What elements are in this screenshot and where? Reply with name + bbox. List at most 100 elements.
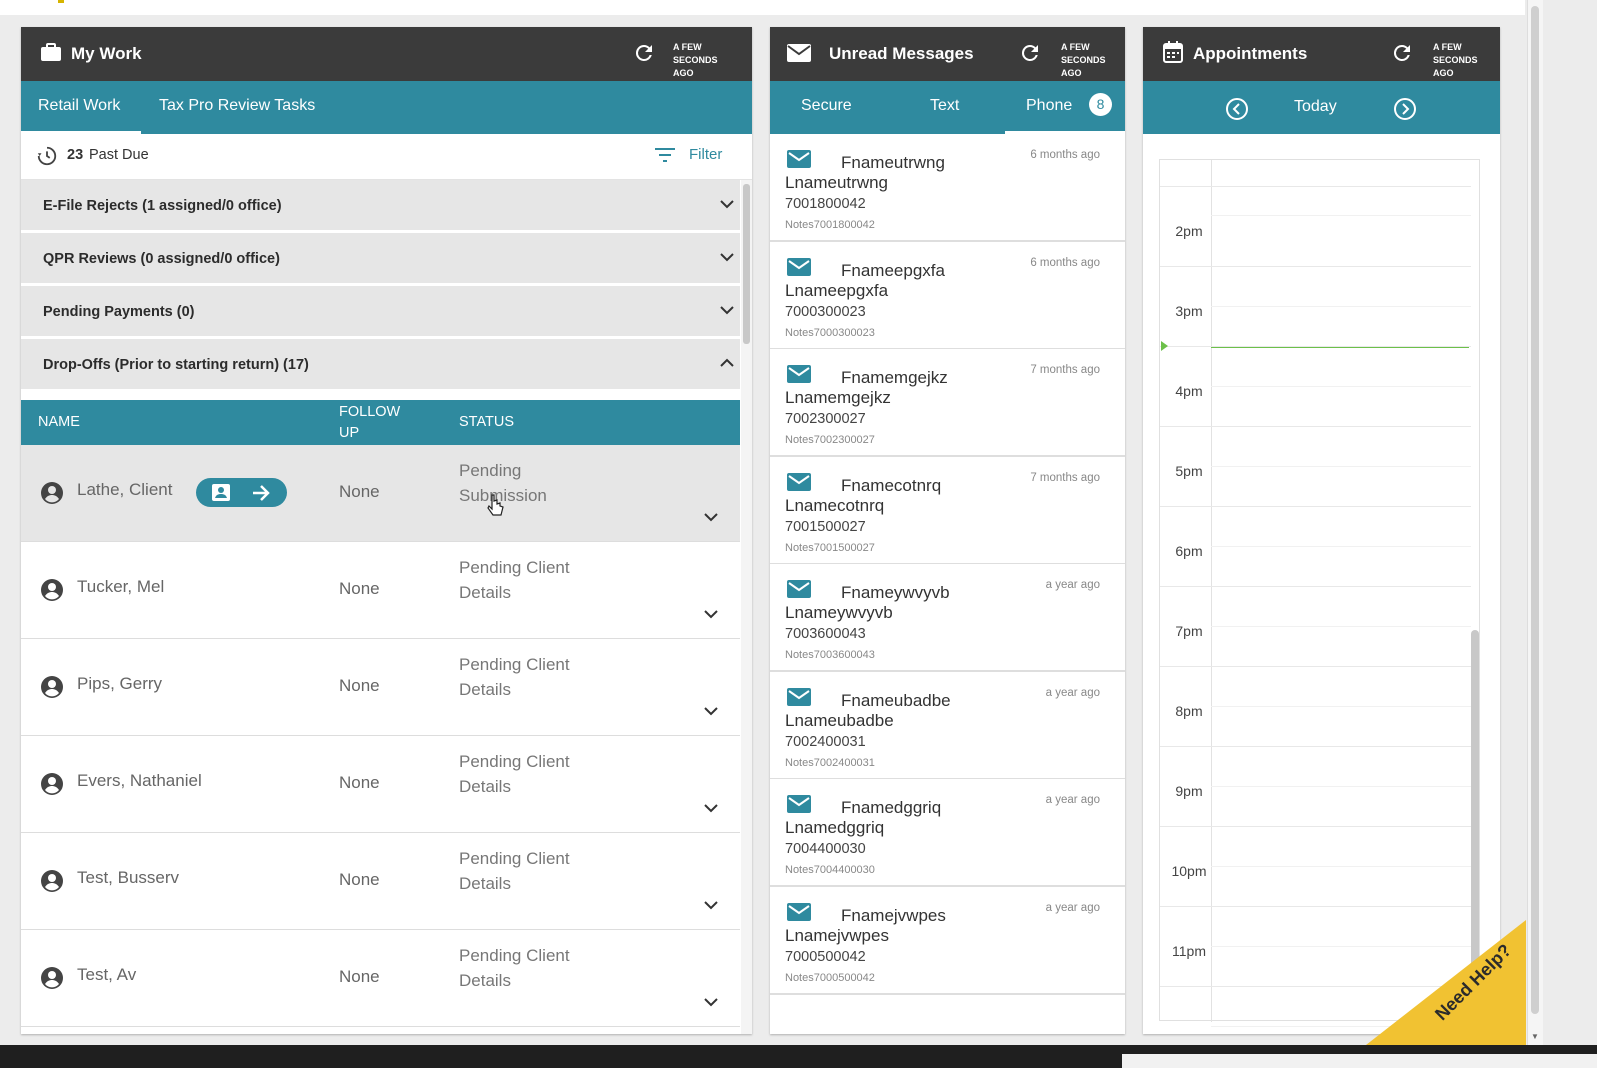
hour-line	[1160, 586, 1471, 587]
section-title: E-File Rejects (1 assigned/0 office)	[43, 198, 282, 214]
client-name[interactable]: Test, Av	[77, 965, 136, 985]
message-item[interactable]: Fnamemgejkz Lnamemgejkz 7002300027 Notes700…	[770, 349, 1125, 457]
section-title: Pending Payments (0)	[43, 304, 195, 320]
chevron-down-icon[interactable]	[704, 803, 718, 813]
page-scrollbar[interactable]: ▼	[1527, 0, 1543, 1045]
day-calendar[interactable]: 2pm 3pm 4pm 5pm 6pm 7pm 8pm 9pm 10pm 11pm	[1159, 159, 1480, 1027]
message-item[interactable]: Fnamedggriq Lnamedggriq 7004400030 Notes700…	[770, 779, 1125, 887]
chevron-down-icon[interactable]	[704, 997, 718, 1007]
tab-phone[interactable]: Phone	[1026, 97, 1072, 115]
hour-label: 2pm	[1175, 223, 1203, 239]
message-first-name: Fnamejvwpes	[841, 905, 946, 925]
message-item[interactable]: Fnamejvwpes Lnamejvwpes 7000500042 Notes700…	[770, 886, 1125, 995]
message-item[interactable]: Fnameepgxfa Lnameepgxfa 7000300023 Notes700…	[770, 241, 1125, 350]
chevron-down-icon[interactable]	[704, 609, 718, 619]
follow-up-value: None	[339, 967, 380, 986]
half-hour-line	[1211, 466, 1471, 467]
table-row[interactable]: Test, Av None Pending Client Details	[21, 930, 740, 1027]
message-item[interactable]: Fnameutrwng Lnameutrwng 7001800042 Notes700…	[770, 134, 1125, 242]
envelope-icon	[787, 795, 811, 813]
message-first-name: Fnameepgxfa	[841, 260, 945, 280]
arrow-right-icon[interactable]	[251, 484, 271, 502]
my-work-scrollbar[interactable]	[741, 180, 752, 1034]
section-efile-rejects[interactable]: E-File Rejects (1 assigned/0 office)	[21, 180, 740, 232]
table-row[interactable]: Test, Busserv None Pending Client Details	[21, 833, 740, 930]
message-time: 6 months ago	[1030, 149, 1100, 161]
section-drop-offs[interactable]: Drop-Offs (Prior to starting return) (17…	[21, 339, 740, 391]
page-scrollbar-thumb[interactable]	[1531, 6, 1539, 1014]
contact-card-icon[interactable]	[211, 483, 231, 502]
message-first-name: Fnamemgejkz	[841, 368, 948, 387]
person-icon	[41, 579, 63, 601]
phone-count-badge: 8	[1089, 93, 1112, 116]
message-item[interactable]: Fnamecotnrq Lnamecotnrq 7001500027 Notes700…	[770, 456, 1125, 565]
tab-text[interactable]: Text	[930, 97, 959, 115]
previous-day-icon[interactable]	[1225, 97, 1249, 121]
refresh-icon[interactable]	[1018, 41, 1042, 65]
person-icon	[41, 676, 63, 698]
top-bar	[0, 0, 1525, 15]
client-name[interactable]: Lathe, Client	[77, 480, 172, 500]
refresh-timestamp: A FEW SECONDS AGO	[673, 42, 718, 78]
tab-retail-work[interactable]: Retail Work	[38, 97, 120, 115]
table-row[interactable]: Lathe, Client None Pending Submission	[21, 445, 740, 542]
half-hour-line	[1211, 866, 1471, 867]
follow-up-value: None	[339, 773, 380, 792]
table-row[interactable]: Tucker, Mel None Pending Client Details	[21, 542, 740, 639]
status-value: Pending Client Details	[459, 946, 570, 990]
need-help-button[interactable]: Need Help?	[1366, 920, 1526, 1045]
chevron-up-icon	[720, 358, 734, 367]
hour-line	[1160, 506, 1471, 507]
unread-messages-panel: Unread Messages A FEW SECONDS AGO Secure T…	[770, 27, 1125, 1034]
hour-label: 11pm	[1172, 943, 1206, 959]
section-pending-payments[interactable]: Pending Payments (0)	[21, 286, 740, 338]
chevron-down-icon[interactable]	[704, 900, 718, 910]
my-work-tabs: Retail Work Tax Pro Review Tasks	[21, 81, 752, 134]
client-name[interactable]: Test, Busserv	[77, 868, 179, 888]
message-notes: Notes7001800042	[785, 219, 875, 231]
refresh-icon[interactable]	[632, 41, 656, 65]
message-time: a year ago	[1045, 901, 1100, 914]
chevron-down-icon[interactable]	[704, 706, 718, 716]
column-header-status[interactable]: STATUS	[459, 414, 514, 430]
bottom-bar	[0, 1045, 1597, 1068]
tab-secure[interactable]: Secure	[801, 97, 852, 115]
today-button[interactable]: Today	[1294, 98, 1337, 116]
message-item[interactable]: Fnameubadbe Lnameubadbe 7002400031 Notes700…	[770, 671, 1125, 780]
half-hour-line	[1211, 215, 1471, 216]
envelope-icon	[787, 580, 811, 598]
table-row[interactable]: Evers, Nathaniel None Pending Client Deta…	[21, 736, 740, 833]
message-time: 6 months ago	[1030, 256, 1100, 269]
hour-line	[1160, 826, 1471, 827]
table-row[interactable]: Pips, Gerry None Pending Client Details	[21, 639, 740, 736]
envelope-icon	[787, 472, 811, 491]
client-name[interactable]: Tucker, Mel	[77, 577, 164, 597]
section-qpr-reviews[interactable]: QPR Reviews (0 assigned/0 office)	[21, 233, 740, 285]
client-name[interactable]: Evers, Nathaniel	[77, 771, 202, 791]
message-first-name: Fnameubadbe	[841, 690, 951, 710]
tab-tax-pro-review-tasks[interactable]: Tax Pro Review Tasks	[159, 97, 315, 115]
refresh-icon[interactable]	[1390, 41, 1414, 65]
scroll-down-icon[interactable]: ▼	[1531, 1032, 1539, 1041]
envelope-icon	[787, 257, 811, 276]
half-hour-line	[1211, 306, 1471, 307]
message-phone: 7002300027	[785, 411, 866, 427]
calendar-divider	[1211, 160, 1212, 1022]
appointments-title: Appointments	[1193, 44, 1308, 63]
client-action-pill[interactable]	[196, 478, 287, 507]
scrollbar-thumb[interactable]	[743, 184, 750, 344]
column-header-name[interactable]: NAME	[38, 414, 80, 430]
message-time: a year ago	[1045, 579, 1100, 591]
next-day-icon[interactable]	[1393, 97, 1417, 121]
envelope-icon	[787, 44, 811, 62]
message-last-name: Lnamedggriq	[785, 818, 885, 837]
column-header-follow-up[interactable]: FOLLOW UP	[339, 402, 400, 444]
chevron-down-icon[interactable]	[704, 512, 718, 522]
need-help-corner	[1366, 920, 1526, 1045]
filter-button[interactable]: Filter	[655, 143, 735, 169]
client-name[interactable]: Pips, Gerry	[77, 674, 162, 694]
message-first-name: Fnameywvyvb	[841, 583, 950, 602]
current-time-marker	[1161, 341, 1168, 351]
message-last-name: Lnameutrwng	[785, 173, 889, 192]
message-item[interactable]: Fnameywvyvb Lnameywvyvb 7003600043 Notes700…	[770, 564, 1125, 672]
